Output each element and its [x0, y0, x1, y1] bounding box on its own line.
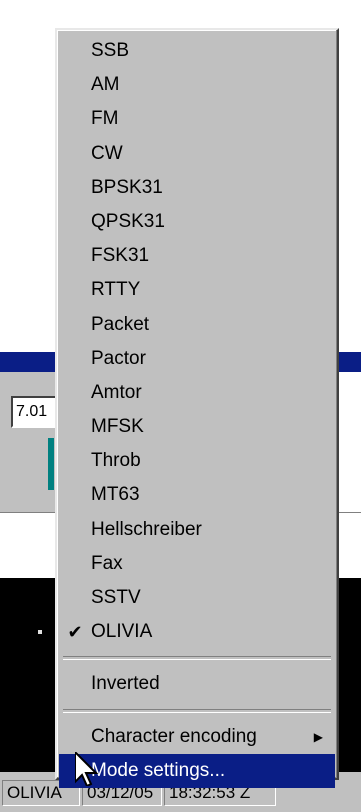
- menu-item-bpsk31[interactable]: BPSK31: [59, 171, 335, 205]
- tuning-indicator: [48, 438, 54, 490]
- menu-item-ssb[interactable]: SSB: [59, 34, 335, 68]
- menu-item-sstv[interactable]: SSTV: [59, 581, 335, 615]
- mouse-pointer-icon: [75, 752, 99, 786]
- menu-item-character-encoding[interactable]: Character encoding ▶: [59, 720, 335, 754]
- waterfall-marker: [38, 630, 42, 634]
- menu-item-qpsk31[interactable]: QPSK31: [59, 205, 335, 239]
- menu-item-rtty[interactable]: RTTY: [59, 273, 335, 307]
- menu-item-pactor[interactable]: Pactor: [59, 342, 335, 376]
- mode-menu: SSB AM FM CW BPSK31 QPSK31 FSK31 RTTY Pa…: [55, 28, 339, 788]
- menu-item-throb[interactable]: Throb: [59, 444, 335, 478]
- menu-item-packet[interactable]: Packet: [59, 308, 335, 342]
- menu-item-mt63[interactable]: MT63: [59, 478, 335, 512]
- submenu-arrow-icon: ▶: [313, 729, 323, 744]
- menu-item-inverted[interactable]: Inverted: [59, 667, 335, 701]
- menu-item-amtor[interactable]: Amtor: [59, 376, 335, 410]
- menu-separator: [63, 708, 331, 713]
- menu-item-mfsk[interactable]: MFSK: [59, 410, 335, 444]
- menu-item-fm[interactable]: FM: [59, 102, 335, 136]
- menu-item-fax[interactable]: Fax: [59, 547, 335, 581]
- menu-item-cw[interactable]: CW: [59, 137, 335, 171]
- menu-item-am[interactable]: AM: [59, 68, 335, 102]
- menu-item-fsk31[interactable]: FSK31: [59, 239, 335, 273]
- checkmark-icon: ✔: [67, 622, 83, 643]
- menu-item-olivia[interactable]: ✔ OLIVIA: [59, 615, 335, 649]
- menu-separator: [63, 656, 331, 661]
- menu-item-hellschreiber[interactable]: Hellschreiber: [59, 513, 335, 547]
